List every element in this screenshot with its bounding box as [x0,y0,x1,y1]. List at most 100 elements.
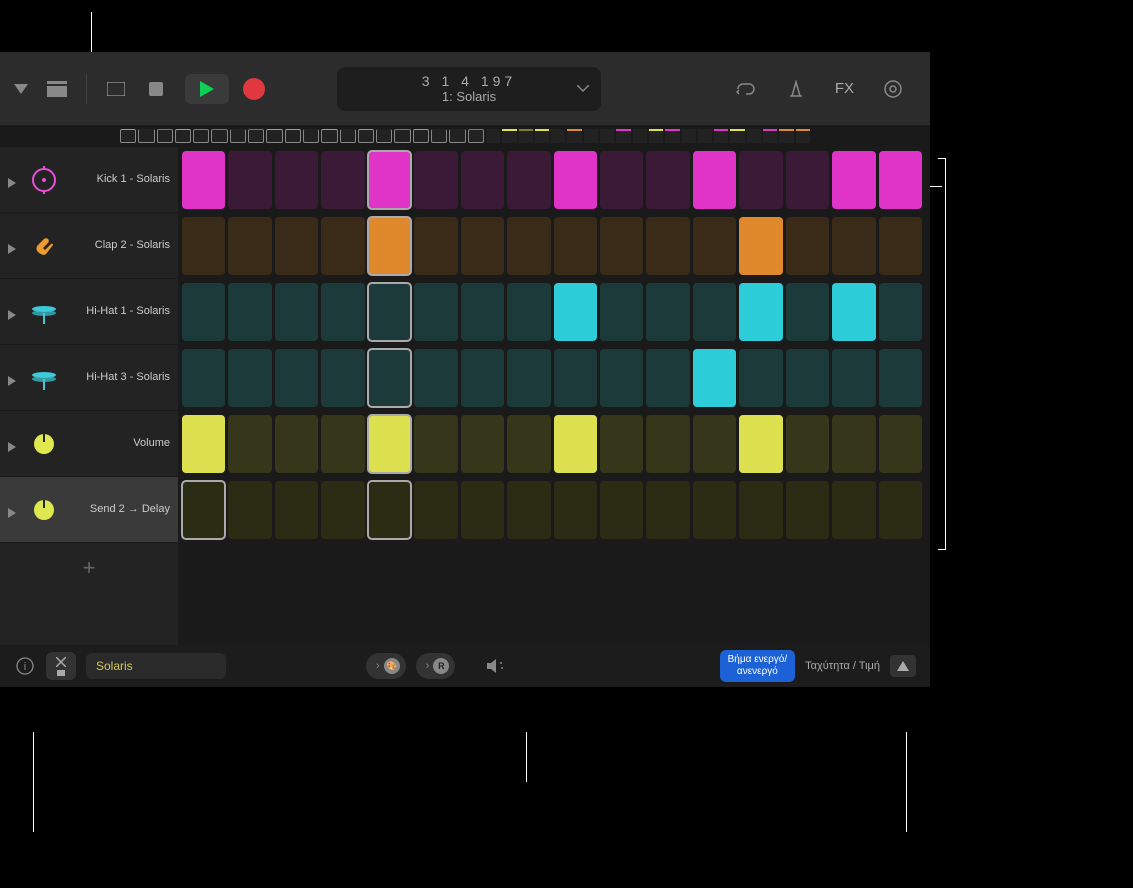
step-cell[interactable] [414,481,457,539]
step-cell[interactable] [368,151,411,209]
step-cell[interactable] [879,283,922,341]
step-cell[interactable] [786,151,829,209]
step-cell[interactable] [228,283,271,341]
step-cell[interactable] [786,349,829,407]
step-cell[interactable] [228,481,271,539]
step-cell[interactable] [182,349,225,407]
step-onoff-button[interactable]: Βήμα ενεργό/ανενεργό [720,650,796,682]
step-cell[interactable] [739,481,782,539]
step-cell[interactable] [368,349,411,407]
step-cell[interactable] [461,481,504,539]
track-play-icon[interactable] [8,307,18,317]
track-header[interactable]: Clap 2 - Solaris [0,213,178,279]
step-cell[interactable] [554,151,597,209]
speaker-icon[interactable] [485,655,507,677]
step-cell[interactable] [414,217,457,275]
step-cell[interactable] [693,283,736,341]
step-cell[interactable] [321,481,364,539]
add-track-button[interactable]: + [0,543,178,593]
step-cell[interactable] [786,283,829,341]
loop-icon[interactable] [735,78,757,100]
step-cell[interactable] [182,217,225,275]
lcd-display[interactable]: 3 1 4 197 1: Solaris [337,67,601,111]
step-cell[interactable] [554,481,597,539]
step-cell[interactable] [693,481,736,539]
track-header[interactable]: Volume [0,411,178,477]
color-picker-button[interactable]: ›🎨 [366,653,406,679]
inbox-icon[interactable] [46,78,68,100]
step-cell[interactable] [879,481,922,539]
step-cell[interactable] [321,283,364,341]
step-cell[interactable] [275,283,318,341]
step-cell[interactable] [832,349,875,407]
step-cell[interactable] [600,415,643,473]
step-cell[interactable] [228,151,271,209]
step-cell[interactable] [182,415,225,473]
step-cell[interactable] [507,151,550,209]
step-cell[interactable] [739,415,782,473]
step-cell[interactable] [414,349,457,407]
r-button[interactable]: ›R [416,653,456,679]
track-play-icon[interactable] [8,505,18,515]
step-cell[interactable] [832,481,875,539]
track-play-icon[interactable] [8,241,18,251]
record-button[interactable] [243,78,265,100]
step-cell[interactable] [461,151,504,209]
step-cell[interactable] [275,415,318,473]
info-icon[interactable]: i [14,655,36,677]
step-cell[interactable] [739,349,782,407]
step-cell[interactable] [739,151,782,209]
step-cell[interactable] [275,217,318,275]
step-cell[interactable] [600,481,643,539]
step-cell[interactable] [368,415,411,473]
preset-name-field[interactable]: Solaris [86,653,226,679]
step-cell[interactable] [786,217,829,275]
step-cell[interactable] [554,283,597,341]
track-header[interactable]: Hi-Hat 3 - Solaris [0,345,178,411]
metronome-icon[interactable] [785,78,807,100]
step-cell[interactable] [600,151,643,209]
step-cell[interactable] [786,481,829,539]
step-cell[interactable] [554,349,597,407]
track-play-icon[interactable] [8,439,18,449]
step-cell[interactable] [646,349,689,407]
step-cell[interactable] [693,151,736,209]
step-cell[interactable] [507,349,550,407]
step-cell[interactable] [507,481,550,539]
step-cell[interactable] [693,415,736,473]
step-cell[interactable] [786,415,829,473]
overview-strip[interactable] [0,125,930,147]
step-cell[interactable] [693,349,736,407]
step-cell[interactable] [321,151,364,209]
step-cell[interactable] [879,217,922,275]
delete-tool-icon[interactable] [46,652,76,680]
step-cell[interactable] [554,217,597,275]
step-cell[interactable] [414,415,457,473]
disclosure-menu-icon[interactable] [10,78,32,100]
step-cell[interactable] [600,349,643,407]
step-cell[interactable] [321,349,364,407]
step-cell[interactable] [832,151,875,209]
step-cell[interactable] [600,217,643,275]
step-cell[interactable] [275,349,318,407]
step-cell[interactable] [646,481,689,539]
step-cell[interactable] [461,415,504,473]
step-cell[interactable] [646,283,689,341]
step-cell[interactable] [646,415,689,473]
track-header[interactable]: Kick 1 - Solaris [0,147,178,213]
step-cell[interactable] [554,415,597,473]
chevron-down-icon[interactable] [577,80,589,98]
velocity-value-button[interactable]: Ταχύτητα / Τιμή [805,660,880,672]
step-cell[interactable] [879,151,922,209]
step-cell[interactable] [739,283,782,341]
step-cell[interactable] [228,349,271,407]
step-cell[interactable] [832,415,875,473]
step-cell[interactable] [321,415,364,473]
step-cell[interactable] [461,283,504,341]
step-cell[interactable] [275,481,318,539]
step-cell[interactable] [414,283,457,341]
step-cell[interactable] [507,283,550,341]
step-cell[interactable] [739,217,782,275]
step-cell[interactable] [646,217,689,275]
step-cell[interactable] [507,415,550,473]
